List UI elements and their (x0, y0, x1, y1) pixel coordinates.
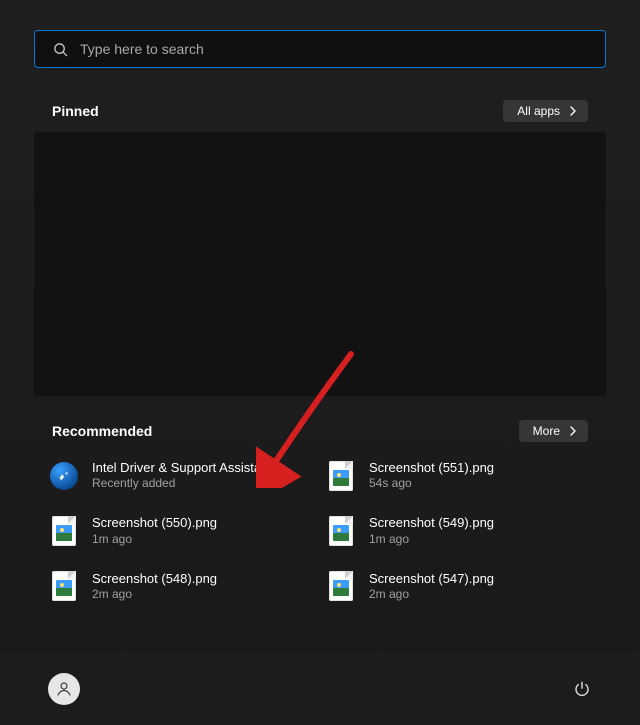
recommended-item-title: Screenshot (547).png (369, 571, 494, 587)
pinned-header: Pinned All apps (34, 100, 606, 122)
recommended-item-subtitle: 54s ago (369, 476, 494, 491)
recommended-item-subtitle: 1m ago (369, 532, 494, 547)
user-avatar[interactable] (48, 673, 80, 705)
footer (0, 653, 640, 725)
recommended-item-text: Intel Driver & Support Assistant Recentl… (92, 460, 272, 491)
recommended-item[interactable]: Screenshot (548).png 2m ago (48, 569, 315, 604)
image-file-icon (329, 516, 353, 546)
chevron-right-icon (568, 426, 578, 436)
recommended-item-subtitle: Recently added (92, 476, 272, 491)
search-box[interactable] (34, 30, 606, 68)
recommended-item-subtitle: 1m ago (92, 532, 217, 547)
recommended-item-title: Screenshot (549).png (369, 515, 494, 531)
file-icon-wrapper (327, 462, 355, 490)
power-button[interactable] (564, 671, 600, 707)
recommended-item-text: Screenshot (550).png 1m ago (92, 515, 217, 546)
pinned-title: Pinned (52, 103, 99, 119)
user-icon (55, 680, 73, 698)
content-area: Pinned All apps Recommended More (0, 0, 640, 604)
recommended-item-title: Intel Driver & Support Assistant (92, 460, 272, 476)
image-file-icon (329, 571, 353, 601)
recommended-item-text: Screenshot (547).png 2m ago (369, 571, 494, 602)
recommended-item-text: Screenshot (549).png 1m ago (369, 515, 494, 546)
recommended-item-title: Screenshot (550).png (92, 515, 217, 531)
search-icon (53, 42, 68, 57)
more-label: More (533, 424, 560, 438)
recommended-item[interactable]: Screenshot (551).png 54s ago (325, 458, 592, 493)
file-icon-wrapper (327, 517, 355, 545)
recommended-item-title: Screenshot (551).png (369, 460, 494, 476)
recommended-item[interactable]: Screenshot (550).png 1m ago (48, 513, 315, 548)
all-apps-button[interactable]: All apps (503, 100, 588, 122)
file-icon-wrapper (327, 572, 355, 600)
file-icon-wrapper (50, 572, 78, 600)
recommended-item-subtitle: 2m ago (92, 587, 217, 602)
intel-icon (50, 462, 78, 490)
app-icon (50, 462, 78, 490)
power-icon (573, 680, 591, 698)
recommended-item-text: Screenshot (548).png 2m ago (92, 571, 217, 602)
more-button[interactable]: More (519, 420, 588, 442)
recommended-item[interactable]: Intel Driver & Support Assistant Recentl… (48, 458, 315, 493)
pinned-grid (34, 132, 606, 396)
recommended-title: Recommended (52, 423, 152, 439)
image-file-icon (329, 461, 353, 491)
recommended-item[interactable]: Screenshot (547).png 2m ago (325, 569, 592, 604)
recommended-grid: Intel Driver & Support Assistant Recentl… (34, 452, 606, 604)
recommended-item-subtitle: 2m ago (369, 587, 494, 602)
search-input[interactable] (80, 41, 587, 57)
image-file-icon (52, 516, 76, 546)
chevron-right-icon (568, 106, 578, 116)
recommended-item[interactable]: Screenshot (549).png 1m ago (325, 513, 592, 548)
recommended-item-text: Screenshot (551).png 54s ago (369, 460, 494, 491)
recommended-header: Recommended More (34, 420, 606, 442)
recommended-item-title: Screenshot (548).png (92, 571, 217, 587)
image-file-icon (52, 571, 76, 601)
file-icon-wrapper (50, 517, 78, 545)
start-menu: Pinned All apps Recommended More (0, 0, 640, 725)
all-apps-label: All apps (517, 104, 560, 118)
